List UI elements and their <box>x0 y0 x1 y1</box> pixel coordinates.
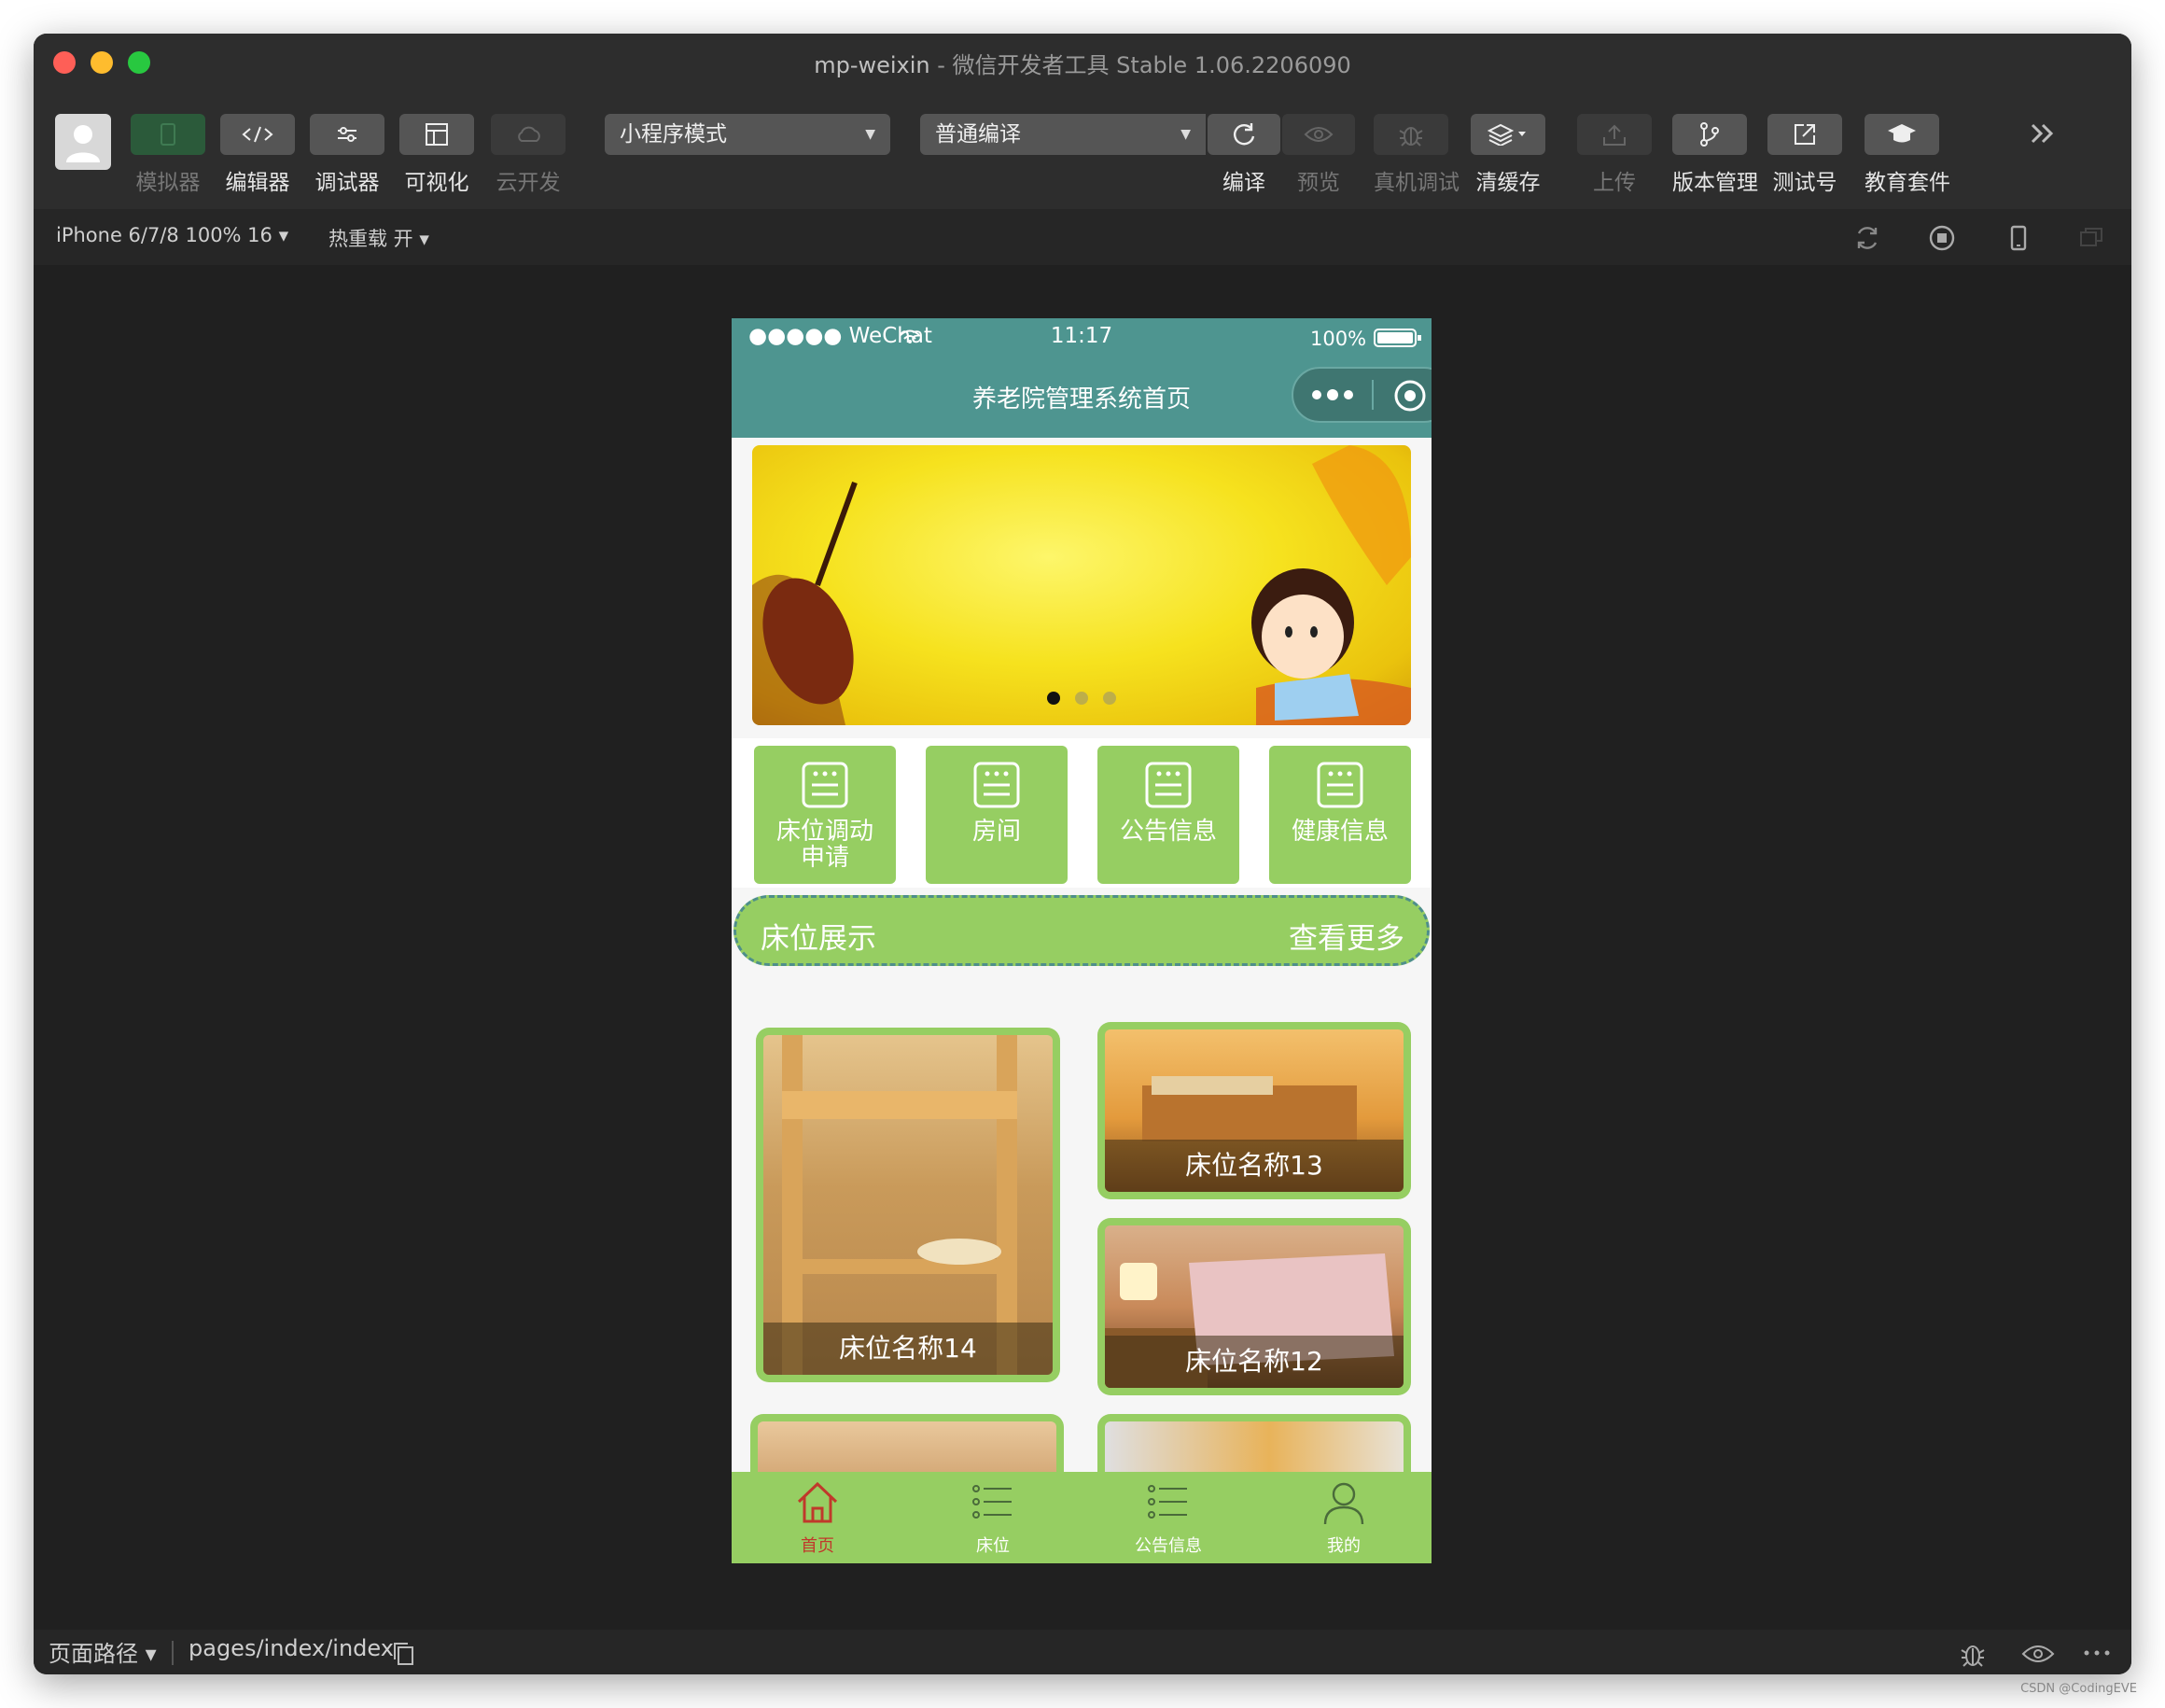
eye-icon[interactable] <box>2021 1643 2055 1665</box>
phone-simulator: ●●●●● WeChat 11:17 100% 养老院管理系统首页 床位调动申请… <box>732 318 1432 1563</box>
phone-tab-bar: 首页 床位 公告信息 我的 <box>732 1472 1432 1563</box>
section-title: 床位展示 <box>761 922 876 956</box>
avatar-icon <box>66 125 100 162</box>
bed-name: 床位名称13 <box>1105 1140 1404 1192</box>
menu-bed-transfer[interactable]: 床位调动申请 <box>754 746 896 884</box>
stop-icon[interactable] <box>1928 224 1956 252</box>
bed-card[interactable]: 床位名称14 <box>756 1028 1060 1382</box>
eye-icon <box>1304 127 1334 142</box>
graduation-cap-icon <box>1888 124 1916 143</box>
window-float-icon[interactable] <box>2077 224 2105 252</box>
user-icon <box>1323 1482 1364 1525</box>
device-select[interactable]: iPhone 6/7/8 100% 16 ▾ <box>56 224 288 246</box>
version-control-button[interactable]: 版本管理 <box>1672 114 1758 196</box>
tab-home[interactable]: 首页 <box>761 1479 873 1557</box>
mode-select[interactable]: 小程序模式 ▼ <box>605 114 890 155</box>
menu-notices[interactable]: 公告信息 <box>1097 746 1239 884</box>
phone-icon <box>161 123 175 146</box>
bed-photo: 床位名称13 <box>1105 1029 1404 1192</box>
bed-name: 床位名称14 <box>763 1323 1053 1375</box>
devtools-window: mp-weixin - 微信开发者工具 Stable 1.06.2206090 … <box>34 34 2131 1674</box>
preview-button[interactable]: 预览 <box>1282 114 1355 196</box>
divider <box>172 1641 174 1665</box>
page-path-bar: 页面路径 ▾ pages/index/index <box>34 1630 2131 1674</box>
tab-notices[interactable]: 公告信息 <box>1112 1479 1224 1557</box>
title-toolbar: mp-weixin - 微信开发者工具 Stable 1.06.2206090 … <box>34 34 2131 209</box>
upload-icon <box>1603 124 1626 146</box>
bug-icon[interactable] <box>1958 1639 1988 1669</box>
chevron-down-icon: ▼ <box>1180 127 1191 142</box>
window-title: mp-weixin - 微信开发者工具 Stable 1.06.2206090 <box>814 52 1351 78</box>
miniprogram-capsule <box>1292 367 1432 423</box>
more-tools-chevron-icon[interactable] <box>2029 119 2057 151</box>
tab-mine[interactable]: 我的 <box>1288 1479 1400 1557</box>
device-icon[interactable] <box>2004 224 2032 252</box>
simulator-button[interactable]: 模拟器 <box>131 114 205 196</box>
layers-icon <box>1488 123 1526 146</box>
carousel-dot[interactable] <box>1047 692 1060 705</box>
banner-carousel[interactable] <box>752 445 1411 725</box>
bed-section-header: 床位展示 查看更多 <box>733 895 1430 966</box>
external-link-icon <box>1795 124 1815 145</box>
more-dots-icon[interactable] <box>1310 385 1357 404</box>
simulator-subbar: iPhone 6/7/8 100% 16 ▾ 热重载 开 ▾ <box>34 209 2131 265</box>
copy-icon[interactable] <box>392 1641 416 1667</box>
banner-illustration <box>752 445 1411 725</box>
phone-nav-bar: 养老院管理系统首页 <box>732 356 1432 438</box>
document-icon <box>1317 762 1363 808</box>
debugger-button[interactable]: 调试器 <box>310 114 384 196</box>
document-icon <box>973 762 1020 808</box>
cloud-button[interactable]: 云开发 <box>491 114 566 196</box>
menu-health[interactable]: 健康信息 <box>1269 746 1411 884</box>
education-kit-button[interactable]: 教育套件 <box>1865 114 1950 196</box>
bed-photo: 床位名称12 <box>1105 1225 1404 1388</box>
refresh-icon <box>1234 123 1255 146</box>
carousel-dot[interactable] <box>1103 692 1116 705</box>
page-path-select[interactable]: 页面路径 ▾ <box>49 1635 157 1668</box>
battery-icon <box>1374 329 1421 347</box>
list-icon <box>972 1485 1012 1519</box>
carousel-dot[interactable] <box>1075 692 1088 705</box>
phone-status-bar: ●●●●● WeChat 11:17 100% <box>732 318 1432 356</box>
page-path-value: pages/index/index <box>189 1635 394 1661</box>
chevron-down-icon: ▼ <box>865 127 875 142</box>
branch-icon <box>1700 122 1719 147</box>
home-icon <box>797 1481 838 1523</box>
compile-select[interactable]: 普通编译 ▼ <box>920 114 1206 155</box>
device-debug-button[interactable]: 真机调试 <box>1374 114 1460 196</box>
more-dots-icon[interactable] <box>2083 1648 2111 1658</box>
feature-menu: 床位调动申请 房间 公告信息 健康信息 <box>732 738 1432 888</box>
watermark: CSDN @CodingEVE <box>2020 1682 2137 1696</box>
bed-card[interactable]: 床位名称12 <box>1097 1218 1411 1395</box>
cloud-icon <box>518 126 540 142</box>
document-icon <box>1145 762 1192 808</box>
bug-icon <box>1399 127 1423 147</box>
menu-rooms[interactable]: 房间 <box>926 746 1068 884</box>
user-avatar[interactable] <box>55 114 111 170</box>
bed-card[interactable]: 床位名称13 <box>1097 1022 1411 1199</box>
upload-button[interactable]: 上传 <box>1577 114 1652 196</box>
layout-icon <box>426 123 448 146</box>
editor-button[interactable]: 编辑器 <box>220 114 295 196</box>
visual-button[interactable]: 可视化 <box>399 114 474 196</box>
clear-cache-button[interactable]: 清缓存 <box>1471 114 1545 196</box>
tab-beds[interactable]: 床位 <box>937 1479 1049 1557</box>
hot-reload-select[interactable]: 热重载 开 ▾ <box>328 224 429 252</box>
compile-button[interactable]: 编译 <box>1208 114 1280 196</box>
bed-photo: 床位名称14 <box>763 1035 1053 1375</box>
view-more-link[interactable]: 查看更多 <box>1289 915 1404 957</box>
test-account-button[interactable]: 测试号 <box>1767 114 1842 196</box>
debug-sliders-icon <box>338 127 356 142</box>
close-miniprogram-icon[interactable] <box>1392 378 1428 413</box>
code-icon <box>242 126 273 143</box>
rotate-icon[interactable] <box>1853 224 1881 252</box>
bed-name: 床位名称12 <box>1105 1336 1404 1388</box>
capsule-divider <box>1372 380 1374 410</box>
list-icon <box>1148 1485 1187 1519</box>
document-icon <box>802 762 848 808</box>
carousel-indicators <box>752 691 1411 708</box>
